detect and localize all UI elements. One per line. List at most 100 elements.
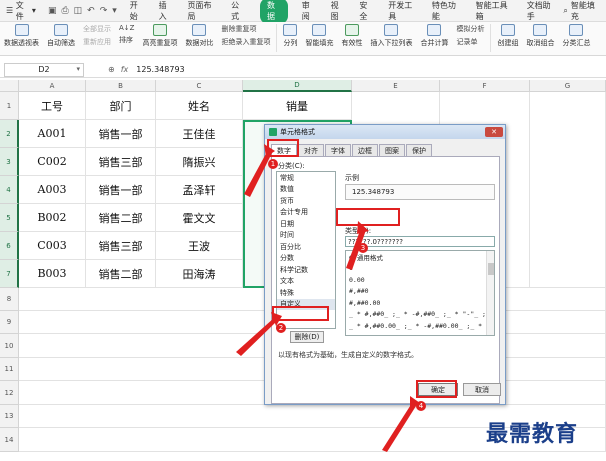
row-header[interactable]: 7 bbox=[0, 260, 19, 288]
format-item[interactable]: _ * #,##0_ ;_ * -#,##0_ ;_ * "-"_ ;_ @_ bbox=[346, 309, 494, 321]
format-item[interactable]: #,##0 bbox=[346, 286, 494, 298]
format-item[interactable]: _ * #,##0.00_ ;_ * -#,##0.00_ ;_ * "-"??… bbox=[346, 320, 494, 332]
row-header[interactable]: 4 bbox=[0, 176, 19, 204]
file-menu-button[interactable]: ☰ 文件 ▾ bbox=[0, 1, 42, 21]
cell-a5[interactable]: B002 bbox=[19, 204, 86, 232]
tab-view[interactable]: 视图 bbox=[324, 0, 353, 22]
category-item[interactable]: 百分比 bbox=[277, 241, 335, 253]
tab-formula[interactable]: 公式 bbox=[224, 0, 253, 22]
row-header[interactable]: 11 bbox=[0, 358, 19, 381]
zoom-icon[interactable]: ⊕ bbox=[108, 65, 115, 74]
row-header[interactable]: 6 bbox=[0, 232, 19, 260]
cell-b2[interactable]: 销售一部 bbox=[86, 120, 156, 148]
highlight-duplicates-button[interactable]: 高亮重复项 bbox=[138, 24, 181, 48]
cell-c3[interactable]: 隋振兴 bbox=[156, 148, 243, 176]
row-header[interactable]: 13 bbox=[0, 405, 19, 428]
row-header[interactable]: 12 bbox=[0, 381, 19, 405]
mock-analysis-button[interactable]: 模拟分析 bbox=[456, 24, 484, 34]
ok-button[interactable]: 确定 bbox=[418, 383, 458, 396]
print-icon[interactable]: ⎙ bbox=[61, 6, 68, 16]
category-item[interactable]: 日期 bbox=[277, 218, 335, 230]
cell-b1[interactable]: 部门 bbox=[86, 92, 156, 120]
cell-a2[interactable]: A001 bbox=[19, 120, 86, 148]
cell-c4[interactable]: 孟泽轩 bbox=[156, 176, 243, 204]
tab-font[interactable]: 字体 bbox=[325, 144, 351, 156]
row-header[interactable]: 5 bbox=[0, 204, 19, 232]
tab-developer[interactable]: 开发工具 bbox=[381, 0, 425, 22]
scrollbar-thumb[interactable] bbox=[488, 263, 494, 275]
category-item[interactable]: 常规 bbox=[277, 172, 335, 184]
column-header-f[interactable]: F bbox=[440, 80, 530, 92]
format-item[interactable]: 0.00 bbox=[346, 274, 494, 286]
cell-a7[interactable]: B003 bbox=[19, 260, 86, 288]
category-item[interactable]: 货币 bbox=[277, 195, 335, 207]
tab-protection[interactable]: 保护 bbox=[406, 144, 432, 156]
tab-data[interactable]: 数据 bbox=[253, 0, 295, 24]
category-item[interactable]: 科学记数 bbox=[277, 264, 335, 276]
cell-c5[interactable]: 霍文文 bbox=[156, 204, 243, 232]
dialog-title-bar[interactable]: 单元格格式 ✕ bbox=[265, 125, 505, 139]
subtotal-button[interactable]: 分类汇总 bbox=[558, 24, 594, 48]
merge-calc-button[interactable]: 合并计算 bbox=[416, 24, 452, 48]
pivot-table-button[interactable]: 数据透视表 bbox=[0, 24, 43, 48]
format-list-scrollbar[interactable] bbox=[486, 251, 494, 335]
row-header[interactable]: 2 bbox=[0, 120, 19, 148]
close-button[interactable]: ✕ bbox=[485, 127, 503, 137]
row-header[interactable]: 14 bbox=[0, 428, 19, 452]
format-item[interactable]: #,##0.00 bbox=[346, 297, 494, 309]
cell-a4[interactable]: A003 bbox=[19, 176, 86, 204]
sort-button[interactable]: 排序 bbox=[119, 35, 134, 45]
column-header-a[interactable]: A bbox=[19, 80, 86, 92]
category-item[interactable]: 文本 bbox=[277, 276, 335, 288]
row-header[interactable]: 9 bbox=[0, 311, 19, 334]
tab-doc-assistant[interactable]: 文档助手 bbox=[520, 0, 564, 22]
format-item[interactable]: 0 bbox=[346, 263, 494, 275]
tab-home[interactable]: 开始 bbox=[123, 0, 152, 22]
sort-az-button[interactable]: A↓Z bbox=[119, 24, 134, 32]
category-item-custom[interactable]: 自定义 bbox=[277, 298, 335, 310]
row-header[interactable]: 10 bbox=[0, 334, 19, 358]
preview-icon[interactable]: ◫ bbox=[74, 6, 83, 16]
category-item[interactable]: 会计专用 bbox=[277, 207, 335, 219]
category-item[interactable]: 时间 bbox=[277, 230, 335, 242]
cell-b6[interactable]: 销售三部 bbox=[86, 232, 156, 260]
delete-duplicates-button[interactable]: 删除重复项 bbox=[221, 24, 270, 34]
select-all-corner[interactable] bbox=[0, 80, 19, 92]
tab-pattern[interactable]: 图案 bbox=[379, 144, 405, 156]
tab-border[interactable]: 边框 bbox=[352, 144, 378, 156]
create-group-button[interactable]: 创建组 bbox=[493, 24, 522, 48]
cell-c2[interactable]: 王佳佳 bbox=[156, 120, 243, 148]
chevron-down-icon[interactable]: ▾ bbox=[112, 6, 117, 16]
formula-input[interactable]: 125.348793 bbox=[136, 65, 184, 74]
tab-review[interactable]: 审阅 bbox=[295, 0, 324, 22]
column-header-c[interactable]: C bbox=[156, 80, 243, 92]
row-header[interactable]: 3 bbox=[0, 148, 19, 176]
data-compare-button[interactable]: 数据对比 bbox=[181, 24, 217, 48]
delete-format-button[interactable]: 删除(D) bbox=[290, 331, 324, 343]
tab-alignment[interactable]: 对齐 bbox=[298, 144, 324, 156]
tab-page-layout[interactable]: 页面布局 bbox=[180, 0, 224, 22]
tab-security[interactable]: 安全 bbox=[352, 0, 381, 22]
tab-features[interactable]: 特色功能 bbox=[425, 0, 469, 22]
autofilter-button[interactable]: 自动筛选 bbox=[43, 24, 79, 48]
smart-fill-button[interactable]: 智能填充 bbox=[301, 24, 337, 48]
category-item[interactable]: 分数 bbox=[277, 253, 335, 265]
split-column-button[interactable]: 分列 bbox=[279, 24, 301, 48]
cell-d1[interactable]: 销量 bbox=[243, 92, 352, 120]
fx-icon[interactable]: fx bbox=[121, 65, 129, 74]
record-form-button[interactable]: 记录单 bbox=[456, 37, 484, 47]
category-item[interactable]: 数值 bbox=[277, 184, 335, 196]
insert-dropdown-button[interactable]: 插入下拉列表 bbox=[366, 24, 416, 48]
empty-cells[interactable] bbox=[530, 92, 606, 288]
column-header-g[interactable]: G bbox=[530, 80, 606, 92]
cancel-button[interactable]: 取消 bbox=[463, 383, 501, 396]
cell-c7[interactable]: 田海涛 bbox=[156, 260, 243, 288]
tab-smart-toolbox[interactable]: 智能工具箱 bbox=[469, 0, 520, 22]
category-item[interactable]: 特殊 bbox=[277, 287, 335, 299]
cell-b7[interactable]: 销售二部 bbox=[86, 260, 156, 288]
name-box[interactable]: D2 bbox=[4, 62, 84, 77]
ungroup-button[interactable]: 取消组合 bbox=[522, 24, 558, 48]
cell-b5[interactable]: 销售二部 bbox=[86, 204, 156, 232]
save-icon[interactable]: ▣ bbox=[48, 6, 57, 16]
reject-duplicates-button[interactable]: 拒绝录入重复项 bbox=[221, 37, 270, 47]
